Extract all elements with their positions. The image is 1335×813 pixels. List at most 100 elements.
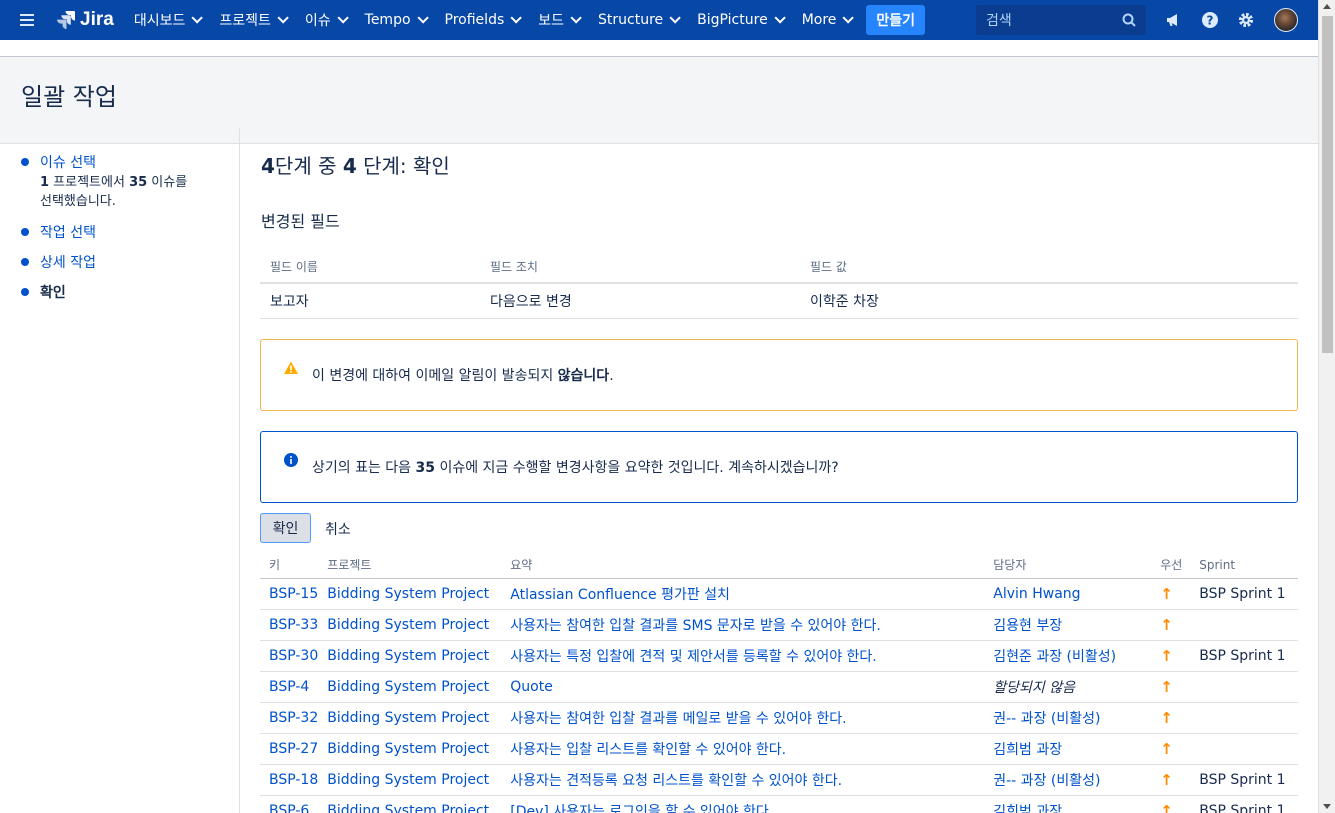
issue-project-link[interactable]: Bidding System Project [327,648,489,664]
nav-issues-label: 이슈 [304,13,331,29]
changed-fields-table: 필드 이름 필드 조치 필드 값 보고자 다음으로 변경 이학준 차장 [260,250,1298,319]
issues-header-assignee: 담당자 [984,552,1152,579]
issue-key-link[interactable]: BSP-18 [269,772,318,788]
step-select-issues-link[interactable]: 이슈 선택 [40,155,96,171]
confirm-button[interactable]: 확인 [260,513,311,543]
nav-more[interactable]: More [792,0,861,40]
app-switcher-icon[interactable] [20,14,42,26]
changed-fields-title: 변경된 필드 [261,212,340,231]
notifications-megaphone-icon[interactable] [1164,10,1184,30]
chevron-down-icon [842,12,855,24]
issue-project-link[interactable]: Bidding System Project [327,803,489,813]
nav-profields-label: Profields [444,12,505,28]
issue-project-link[interactable]: Bidding System Project [327,679,489,695]
step-heading-num1: 4 [261,154,275,178]
scrollbar-thumb[interactable] [1322,16,1333,353]
issues-header-project: 프로젝트 [318,552,502,579]
search-input[interactable]: 검색 [976,5,1146,35]
nav-structure[interactable]: Structure [588,0,687,40]
warning-icon [284,361,298,374]
table-row: BSP-32 Bidding System Project 사용자는 참여한 입… [260,702,1298,734]
priority-arrow-up-icon: ↑ [1160,801,1173,813]
jira-logo-icon [57,11,75,30]
jira-logo[interactable]: Jira [56,9,114,31]
step-choose-operation-link[interactable]: 작업 선택 [40,223,96,243]
summary-text-1: 프로젝트에서 [49,175,130,190]
issue-assignee-link[interactable]: 권-- 과장 (비활성) [993,711,1100,727]
nav-profields[interactable]: Profields [435,0,529,40]
priority-arrow-up-icon: ↑ [1160,708,1173,727]
nav-dashboards-label: 대시보드 [133,13,186,29]
issues-header-key: 키 [260,552,319,579]
warning-text-post: . [609,368,614,384]
issue-project-link[interactable]: Bidding System Project [327,586,489,602]
issues-table: 키 프로젝트 요약 담당자 우선 Sprint BSP-15 Bidding S… [260,552,1298,813]
issue-project-link[interactable]: Bidding System Project [327,617,489,633]
nav-more-label: More [801,12,837,28]
info-text-pre: 상기의 표는 다음 [312,460,416,476]
nav-projects[interactable]: 프로젝트 [209,0,295,40]
issue-key-link[interactable]: BSP-4 [269,679,309,695]
warning-text-bold: 않습니다 [557,368,610,384]
step-select-issues-summary: 1 프로젝트에서 35 이슈를 선택했습니다. [40,173,187,211]
confirmation-info-message: 상기의 표는 다음 35 이슈에 지금 수행할 변경사항을 요약한 것입니다. … [260,431,1298,503]
issue-key-link[interactable]: BSP-15 [269,586,318,602]
issue-sprint-cell [1190,702,1298,734]
issue-assignee-link[interactable]: 권-- 과장 (비활성) [993,773,1100,789]
issue-project-link[interactable]: Bidding System Project [327,772,489,788]
chevron-down-icon [191,12,204,24]
priority-arrow-up-icon: ↑ [1160,739,1173,758]
fields-header-name: 필드 이름 [260,250,480,284]
nav-tempo[interactable]: Tempo [355,0,435,40]
create-button[interactable]: 만들기 [866,5,926,35]
issue-assignee-link[interactable]: Alvin Hwang [993,586,1080,602]
field-value-cell: 이학준 차장 [800,283,1298,319]
issue-assignee-link[interactable]: 김희범 과장 [993,742,1062,758]
nav-dashboards[interactable]: 대시보드 [124,0,210,40]
page-scrollbar[interactable] [1318,0,1335,813]
priority-arrow-up-icon: ↑ [1160,770,1173,789]
issue-summary-link[interactable]: [Dev] 사용자는 로그인을 할 수 있어야 한다. [510,804,773,813]
issue-assignee-link[interactable]: 김희범 과장 [993,804,1062,813]
issue-summary-link[interactable]: 사용자는 참여한 입찰 결과를 메일로 받을 수 있어야 한다. [510,711,846,727]
issue-project-link[interactable]: Bidding System Project [327,710,489,726]
help-icon[interactable]: ? [1200,10,1220,30]
issue-summary-link[interactable]: 사용자는 입찰 리스트를 확인할 수 있어야 한다. [510,742,786,758]
chevron-down-icon [277,12,289,24]
priority-arrow-up-icon: ↑ [1160,584,1173,603]
cancel-link[interactable]: 취소 [325,519,351,539]
step-operation-details-link[interactable]: 상세 작업 [40,253,96,273]
issue-summary-link[interactable]: Quote [510,679,553,695]
scroll-up-arrow-icon[interactable] [1323,4,1331,9]
priority-arrow-up-icon: ↑ [1160,677,1173,696]
email-warning-message: 이 변경에 대하여 이메일 알림이 발송되지 않습니다. [260,339,1298,411]
issue-summary-link[interactable]: Atlassian Confluence 평가판 설치 [510,587,730,603]
issue-project-link[interactable]: Bidding System Project [327,741,489,757]
settings-gear-icon[interactable] [1236,10,1256,30]
issue-assignee-link[interactable]: 김현준 과장 (비활성) [993,649,1116,665]
priority-arrow-up-icon: ↑ [1160,646,1173,665]
fields-header-action: 필드 조치 [480,250,800,284]
issue-summary-link[interactable]: 사용자는 참여한 입찰 결과를 SMS 문자로 받을 수 있어야 한다. [510,618,881,634]
nav-boards[interactable]: 보드 [528,0,588,40]
warning-text-pre: 이 변경에 대하여 이메일 알림이 발송되지 [312,368,558,384]
issue-key-link[interactable]: BSP-6 [269,803,309,813]
issue-key-link[interactable]: BSP-32 [269,710,318,726]
step-heading-mid: 단계 중 [274,154,343,178]
issue-sprint-cell: BSP Sprint 1 [1190,764,1298,796]
issue-key-link[interactable]: BSP-33 [269,617,318,633]
warning-text: 이 변경에 대하여 이메일 알림이 발송되지 않습니다. [312,365,614,385]
step-bullet [21,288,29,296]
nav-issues[interactable]: 이슈 [295,0,355,40]
issue-sprint-cell: BSP Sprint 1 [1190,578,1298,610]
field-name-cell: 보고자 [260,283,480,319]
issue-summary-link[interactable]: 사용자는 견적등록 요청 리스트를 확인할 수 있어야 한다. [510,773,842,789]
issue-summary-link[interactable]: 사용자는 특정 입찰에 견적 및 제안서를 등록할 수 있어야 한다. [510,649,877,665]
scroll-down-arrow-icon[interactable] [1323,804,1331,809]
nav-bigpicture[interactable]: BigPicture [687,0,792,40]
user-avatar[interactable] [1274,8,1298,32]
issue-assignee-link[interactable]: 김용현 부장 [993,618,1062,634]
issue-key-link[interactable]: BSP-27 [269,741,318,757]
issue-key-link[interactable]: BSP-30 [269,648,318,664]
summary-text-2: 이슈를 [147,175,188,190]
